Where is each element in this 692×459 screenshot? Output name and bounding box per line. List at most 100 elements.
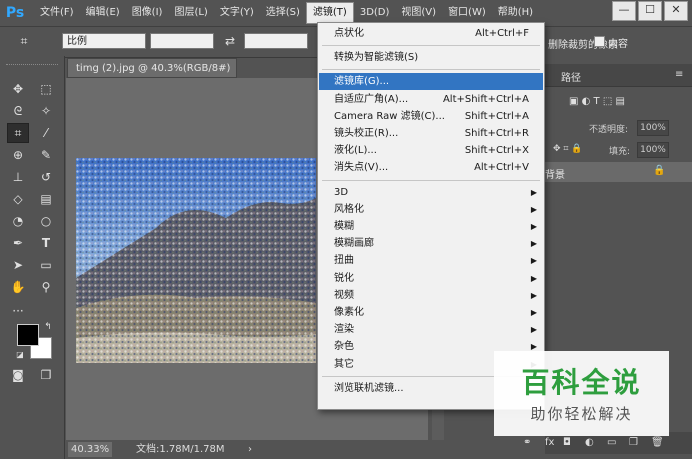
ratio-select[interactable]: 比例 xyxy=(62,33,146,49)
filter-menu-item[interactable]: 视频 ▶ xyxy=(319,287,543,304)
move-tool-icon[interactable]: ✥ xyxy=(8,80,28,98)
submenu-arrow-icon: ▶ xyxy=(530,325,537,335)
photoshop-logo: Ps xyxy=(5,5,25,21)
maximize-button[interactable]: ☐ xyxy=(638,1,662,21)
filter-menu-item[interactable]: 自适应广角(A)... Alt+Shift+Ctrl+A xyxy=(319,91,543,108)
menu-help[interactable]: 帮助(H) xyxy=(492,2,539,24)
pen-tool-icon[interactable]: ✒ xyxy=(8,234,28,252)
gradient-tool-icon[interactable]: ▤ xyxy=(36,190,56,208)
panel-menu-icon[interactable]: ≡ xyxy=(675,69,683,80)
more-tools-icon[interactable]: ··· xyxy=(8,302,28,320)
menu-view[interactable]: 视图(V) xyxy=(395,2,442,24)
submenu-arrow-icon: ▶ xyxy=(530,290,537,300)
menu-layer[interactable]: 图层(L) xyxy=(168,2,213,24)
marquee-tool-icon[interactable]: ⬚ xyxy=(36,80,56,98)
tab-paths[interactable]: 路径 xyxy=(561,69,581,84)
menu-type[interactable]: 文字(Y) xyxy=(214,2,260,24)
menu-3d[interactable]: 3D(D) xyxy=(354,2,396,24)
type-tool-icon[interactable]: T xyxy=(36,234,56,252)
opacity-input[interactable]: 100% xyxy=(637,120,669,136)
menu-separator xyxy=(322,69,540,71)
brush-tool-icon[interactable]: ✎ xyxy=(36,146,56,164)
menu-filter[interactable]: 滤镜(T) xyxy=(305,2,354,24)
eraser-tool-icon[interactable]: ◇ xyxy=(8,190,28,208)
filter-menu-item[interactable]: 锐化 ▶ xyxy=(319,270,543,287)
filter-menu-item-label: 镜头校正(R)... xyxy=(334,128,399,139)
lock-icons[interactable]: ✥ ⌗ 🔒 xyxy=(553,144,583,154)
menu-edit[interactable]: 编辑(E) xyxy=(80,2,126,24)
path-selection-tool-icon[interactable]: ➤ xyxy=(8,256,28,274)
fill-label: 填充: xyxy=(609,147,631,157)
image-svg xyxy=(76,158,316,363)
blur-tool-icon[interactable]: ◔ xyxy=(8,212,28,230)
filter-menu-item-label: 像素化 xyxy=(334,307,364,318)
filter-menu-item[interactable]: 镜头校正(R)... Shift+Ctrl+R xyxy=(319,125,543,142)
menu-separator xyxy=(322,45,540,47)
magic-wand-tool-icon[interactable]: ✧ xyxy=(36,102,56,120)
layer-lock-icon: 🔒 xyxy=(653,165,666,176)
crop-tool-icon[interactable]: ⌗ xyxy=(7,123,29,143)
width-input[interactable] xyxy=(150,33,214,49)
filter-menu-item[interactable]: 3D ▶ xyxy=(319,184,543,201)
layer-row-background[interactable]: 背景 🔒 xyxy=(545,162,692,182)
foreground-color-swatch[interactable] xyxy=(17,324,39,346)
dodge-tool-icon[interactable]: ○ xyxy=(36,212,56,230)
opacity-label: 不透明度: xyxy=(589,125,629,135)
zoom-tool-icon[interactable]: ⚲ xyxy=(36,278,56,296)
menu-image[interactable]: 图像(I) xyxy=(126,2,169,24)
height-input[interactable] xyxy=(244,33,308,49)
filter-menu-item-shortcut: Alt+Shift+Ctrl+A xyxy=(442,93,529,105)
quick-mask-icon[interactable]: ◙ xyxy=(8,366,28,384)
menu-separator xyxy=(322,179,540,181)
filter-menu-item[interactable]: 模糊画廊 ▶ xyxy=(319,235,543,252)
filter-menu-item-label: 浏览联机滤镜... xyxy=(334,382,404,394)
fill-input[interactable]: 100% xyxy=(637,142,669,158)
content-aware-checkbox[interactable] xyxy=(594,36,605,47)
pointillize-image[interactable] xyxy=(76,158,316,363)
crop-tool-preset-icon[interactable]: ⌗ xyxy=(14,32,34,50)
lasso-tool-icon[interactable]: ᘓ xyxy=(8,102,28,120)
filter-menu-item[interactable]: 滤镜库(G)... xyxy=(319,73,543,91)
filter-menu-item[interactable]: 点状化 Alt+Ctrl+F xyxy=(319,25,543,42)
watermark-title: 百科全说 xyxy=(521,366,642,399)
menu-file[interactable]: 文件(F) xyxy=(34,2,80,24)
menu-select[interactable]: 选择(S) xyxy=(260,2,306,24)
filter-menu-item-label: 液化(L)... xyxy=(334,145,377,157)
filter-menu-item-shortcut: Alt+Ctrl+F xyxy=(475,28,529,39)
swap-colors-icon[interactable]: ↰ xyxy=(38,318,58,336)
status-arrow-icon[interactable]: › xyxy=(248,440,252,459)
healing-brush-tool-icon[interactable]: ⊕ xyxy=(8,146,28,164)
filter-menu-item[interactable]: 模糊 ▶ xyxy=(319,218,543,235)
filter-menu-item[interactable]: Camera Raw 滤镜(C)... Shift+Ctrl+A xyxy=(319,108,543,125)
shape-tool-icon[interactable]: ▭ xyxy=(36,256,56,274)
filter-menu-item-label: 风格化 xyxy=(334,203,364,215)
filter-menu-item[interactable]: 风格化 ▶ xyxy=(319,201,543,218)
filter-menu-item-shortcut: Alt+Ctrl+V xyxy=(474,162,529,174)
history-brush-tool-icon[interactable]: ↺ xyxy=(36,168,56,186)
clone-stamp-tool-icon[interactable]: ⊥ xyxy=(8,168,28,186)
filter-menu-item[interactable]: 液化(L)... Shift+Ctrl+X xyxy=(319,142,543,159)
menu-window[interactable]: 窗口(W) xyxy=(442,2,492,24)
zoom-level[interactable]: 40.33% xyxy=(68,442,113,457)
toolbox-grip[interactable] xyxy=(6,64,58,69)
filter-menu-item[interactable]: 转换为智能滤镜(S) xyxy=(319,49,543,66)
close-button[interactable]: ✕ xyxy=(664,1,688,21)
filter-menu-item-label: 视频 xyxy=(334,289,354,301)
filter-menu-item-label: 杂色 xyxy=(334,341,354,353)
filter-menu-item[interactable]: 渲染 ▶ xyxy=(319,321,543,338)
hand-tool-icon[interactable]: ✋ xyxy=(8,278,28,296)
swap-icon[interactable]: ⇄ xyxy=(220,32,240,50)
document-tab[interactable]: timg (2).jpg @ 40.3%(RGB/8#) * × xyxy=(67,58,237,94)
filter-menu-item[interactable]: 像素化 ▶ xyxy=(319,304,543,321)
layer-filter-icons[interactable]: ▣ ◐ T ⬚ ▤ xyxy=(569,96,625,107)
content-aware-label: 内容 xyxy=(608,39,628,50)
filter-menu-item[interactable]: 消失点(V)... Alt+Ctrl+V xyxy=(319,159,543,176)
filter-menu-item-label: 模糊画廊 xyxy=(334,238,374,250)
screen-mode-icon[interactable]: ❐ xyxy=(36,366,56,384)
eyedropper-tool-icon[interactable]: ⁄ xyxy=(36,124,56,142)
filter-menu-item-shortcut: Shift+Ctrl+X xyxy=(464,145,529,157)
filter-menu-item[interactable]: 扭曲 ▶ xyxy=(319,252,543,269)
filter-menu-item-label: 渲染 xyxy=(334,324,354,336)
minimize-button[interactable]: — xyxy=(612,1,636,21)
default-colors-icon[interactable]: ◪ xyxy=(10,346,30,364)
